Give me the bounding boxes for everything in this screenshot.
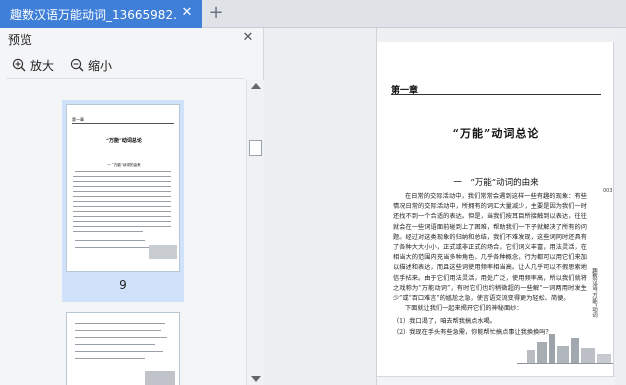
page-title: “万能”动词总论: [452, 127, 540, 140]
chapter-rule: [391, 94, 601, 95]
thumbnail-text-line: [75, 240, 145, 241]
thumbnail-text-line: [73, 206, 171, 207]
body-text: 在日常的交际活动中，我们常常会遇到这样一些有趣的现象：有些情况日常的交际活动中，…: [393, 192, 587, 338]
skyline-illustration: [517, 334, 613, 364]
side-running-head: 趣数汉语“万能”动词: [591, 268, 597, 318]
thumbnail-text-line: [75, 351, 163, 352]
preview-panel-header: 预览: [0, 28, 264, 50]
document-tab[interactable]: 趣数汉语万能动词_13665982.p ✕: [0, 0, 202, 28]
thumbnail-text-line: [73, 191, 171, 192]
page-bottom-margin: [377, 376, 615, 385]
zoom-in-button[interactable]: 放大: [12, 57, 54, 74]
thumbnail-rule: [72, 123, 174, 124]
document-tab-title: 趣数汉语万能动词_13665982.p: [10, 7, 176, 22]
scroll-up-arrow-icon[interactable]: [251, 83, 261, 89]
thumbnail-text-line: [73, 216, 171, 217]
preview-toolbar: 放大 缩小: [0, 54, 264, 76]
thumbnail-section: 一 “万能”动词的由来: [107, 163, 141, 167]
document-view[interactable]: 第一章 “万能”动词总论 一 “万能”动词的由来 在日常的交际活动中，我们常常会…: [266, 28, 626, 385]
preview-panel: 预览 ✕ 放大 缩小 第一章 “万能”动词总论 一 “万能”动词的由来 9: [0, 28, 264, 385]
thumbnail-text-line: [73, 176, 171, 177]
tab-bar: 趣数汉语万能动词_13665982.p ✕ +: [0, 0, 626, 28]
thumbnail-text-line: [75, 344, 155, 345]
thumbnail-page-number: 9: [119, 278, 127, 292]
example-sentence: （1）我口渴了，咱去帮我搞点水喝。: [393, 318, 496, 326]
document-page: 第一章 “万能”动词总论 一 “万能”动词的由来 在日常的交际活动中，我们常常会…: [376, 28, 615, 385]
zoom-out-icon: [70, 58, 84, 72]
preview-panel-title: 预览: [8, 32, 33, 47]
zoom-in-label: 放大: [30, 58, 55, 73]
thumbnail-text-line: [73, 181, 171, 182]
thumbnail-text-line: [75, 330, 161, 331]
page-top-margin: [377, 28, 615, 42]
thumbnail-page-image: 第一章 “万能”动词总论 一 “万能”动词的由来: [66, 104, 180, 272]
thumbnail-scrollbar[interactable]: [246, 80, 264, 385]
scroll-down-arrow-icon[interactable]: [251, 376, 261, 382]
page-thumbnail[interactable]: [66, 312, 180, 385]
close-icon[interactable]: ✕: [180, 6, 194, 20]
zoom-out-label: 缩小: [88, 58, 113, 73]
thumbnail-text-line: [75, 358, 145, 359]
thumbnail-list: 第一章 “万能”动词总论 一 “万能”动词的由来 9: [0, 80, 246, 385]
panel-close-icon[interactable]: ✕: [241, 31, 255, 45]
zoom-out-button[interactable]: 缩小: [70, 57, 112, 74]
zoom-in-icon: [12, 58, 26, 72]
paragraph: 在日常的交际活动中，我们常常会遇到这样一些有趣的现象：有些情况日常的交际活动中，…: [393, 193, 587, 303]
thumbnail-text-line: [73, 221, 171, 222]
thumbnail-text-line: [75, 337, 167, 338]
toolbar-divider: [6, 78, 244, 79]
scrollbar-thumb[interactable]: [249, 140, 262, 156]
thumbnail-illustration: [145, 371, 175, 385]
thumbnail-title: “万能”动词总论: [106, 138, 142, 144]
thumbnail-text-line: [73, 231, 143, 232]
thumbnail-text-line: [73, 186, 171, 187]
section-title: 一 “万能”动词的由来: [453, 178, 539, 188]
thumbnail-illustration: [149, 245, 177, 259]
thumbnail-text-line: [73, 226, 171, 227]
thumbnail-text-line: [73, 211, 171, 212]
thumbnail-text-line: [75, 171, 171, 172]
paragraph: 下面就让我们一起来揭开它们的神秘面纱：: [405, 305, 523, 313]
page-thumbnail-selected[interactable]: 第一章 “万能”动词总论 一 “万能”动词的由来 9: [62, 100, 184, 302]
thumbnail-text-line: [75, 247, 155, 248]
side-page-number: 003: [603, 188, 613, 194]
new-tab-plus-icon[interactable]: +: [206, 3, 226, 23]
thumbnail-text-line: [73, 196, 171, 197]
thumbnail-text-line: [75, 323, 165, 324]
thumbnail-text-line: [73, 201, 171, 202]
